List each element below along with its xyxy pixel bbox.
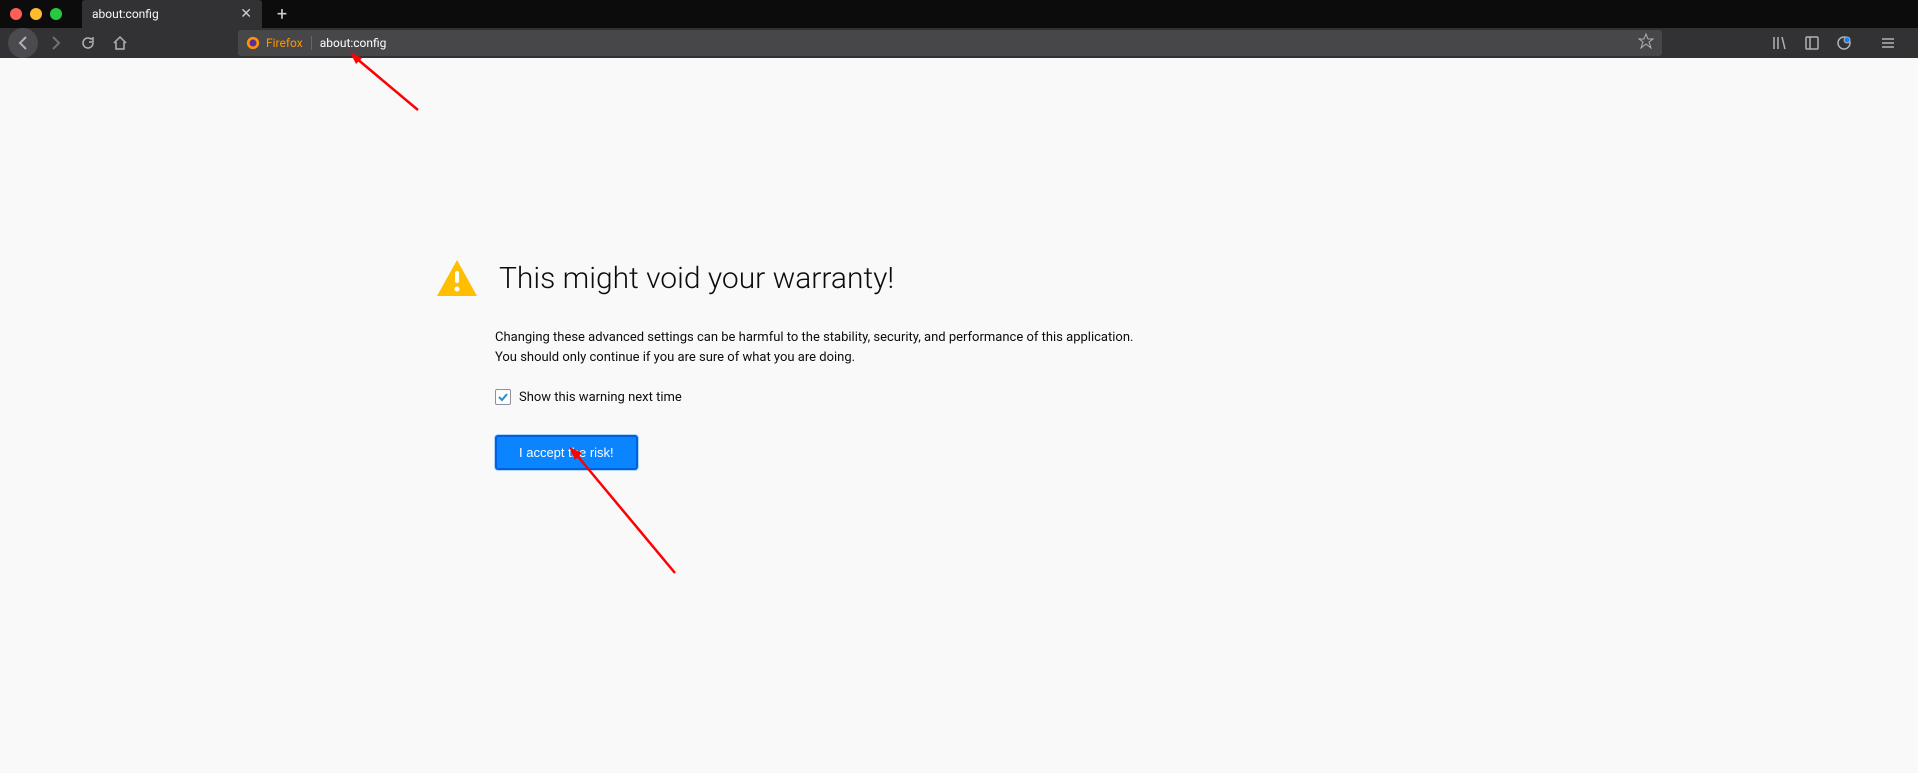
menu-button[interactable] (1874, 29, 1902, 57)
warning-triangle-icon (435, 258, 479, 298)
annotation-arrow-urlbar (348, 50, 428, 124)
warning-container: This might void your warranty! Changing … (435, 258, 1255, 470)
titlebar: about:config ✕ + (0, 0, 1918, 28)
show-warning-checkbox[interactable] (495, 389, 511, 405)
sidebar-button[interactable] (1798, 29, 1826, 57)
reload-button[interactable] (74, 29, 102, 57)
accept-risk-button[interactable]: I accept the risk! (495, 435, 638, 470)
firefox-icon (246, 36, 260, 50)
urlbar[interactable]: Firefox about:config (238, 30, 1662, 56)
warning-body: Changing these advanced settings can be … (495, 328, 1255, 470)
warning-title: This might void your warranty! (499, 261, 894, 296)
tab-title: about:config (92, 7, 232, 21)
library-button[interactable] (1766, 29, 1794, 57)
window-maximize-button[interactable] (50, 8, 62, 20)
profile-button[interactable] (1830, 29, 1858, 57)
show-warning-checkbox-row: Show this warning next time (495, 389, 1255, 405)
page-content: This might void your warranty! Changing … (0, 58, 1918, 773)
close-tab-icon[interactable]: ✕ (240, 6, 252, 22)
window-minimize-button[interactable] (30, 8, 42, 20)
forward-button[interactable] (42, 29, 70, 57)
identity-box[interactable]: Firefox (246, 36, 312, 50)
bookmark-star-icon[interactable] (1638, 33, 1654, 53)
urlbar-container: Firefox about:config (238, 30, 1662, 56)
window-controls (10, 8, 62, 20)
back-button[interactable] (8, 28, 38, 58)
nav-toolbar: Firefox about:config (0, 28, 1918, 58)
warning-text: Changing these advanced settings can be … (495, 328, 1135, 367)
new-tab-button[interactable]: + (272, 4, 292, 25)
warning-header: This might void your warranty! (435, 258, 1255, 298)
url-text: about:config (320, 36, 1630, 50)
toolbar-right (1766, 29, 1910, 57)
checkmark-icon (497, 391, 509, 403)
checkbox-label: Show this warning next time (519, 390, 682, 405)
browser-tab[interactable]: about:config ✕ (82, 0, 262, 28)
window-close-button[interactable] (10, 8, 22, 20)
home-button[interactable] (106, 29, 134, 57)
identity-label: Firefox (266, 36, 303, 50)
